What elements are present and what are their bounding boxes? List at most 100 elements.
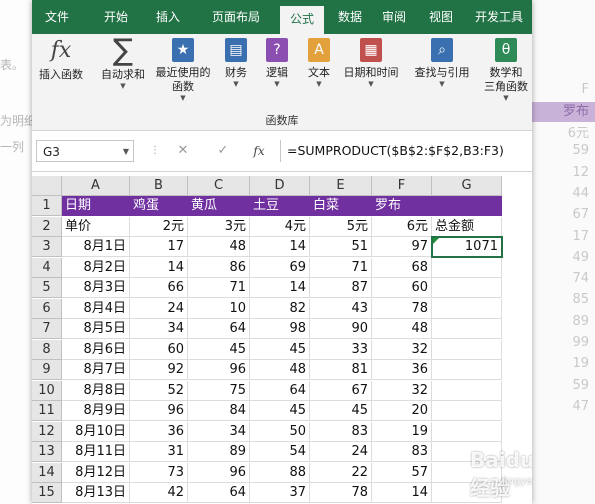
cell-b1[interactable]: 鸡蛋 bbox=[130, 196, 188, 216]
cell-c1[interactable]: 黄瓜 bbox=[188, 196, 250, 216]
cell-b15[interactable]: 42 bbox=[130, 483, 188, 503]
cell-a1[interactable]: 日期 bbox=[62, 196, 130, 216]
cell-b5[interactable]: 66 bbox=[130, 278, 188, 298]
row-header[interactable]: 6 bbox=[32, 298, 62, 319]
cell-f3[interactable]: 97 bbox=[372, 237, 432, 257]
chevron-down-icon[interactable]: ▼ bbox=[123, 141, 129, 163]
cell-e12[interactable]: 83 bbox=[310, 421, 372, 442]
cell-g5[interactable] bbox=[432, 278, 502, 298]
cell-c11[interactable]: 84 bbox=[188, 401, 250, 421]
cell-f11[interactable]: 20 bbox=[372, 401, 432, 421]
cell-d9[interactable]: 48 bbox=[250, 360, 310, 380]
cell-a6[interactable]: 8月4日 bbox=[62, 298, 130, 319]
ribbon-button-2[interactable]: ★ 最近使用的 函数 ▼ bbox=[150, 38, 216, 102]
row-header[interactable]: 2 bbox=[32, 216, 62, 237]
cell-d3[interactable]: 14 bbox=[250, 237, 310, 257]
cell-d11[interactable]: 45 bbox=[250, 401, 310, 421]
row-header[interactable]: 8 bbox=[32, 339, 62, 360]
cell-f6[interactable]: 78 bbox=[372, 298, 432, 319]
cell-a12[interactable]: 8月10日 bbox=[62, 421, 130, 442]
cell-c3[interactable]: 48 bbox=[188, 237, 250, 257]
column-header-e[interactable]: E bbox=[310, 176, 372, 196]
cell-e10[interactable]: 67 bbox=[310, 380, 372, 401]
cell-g6[interactable] bbox=[432, 298, 502, 319]
row-header[interactable]: 7 bbox=[32, 319, 62, 339]
ribbon-button-5[interactable]: A 文本 ▼ bbox=[300, 38, 338, 88]
column-header-b[interactable]: B bbox=[130, 176, 188, 196]
cell-e2[interactable]: 5元 bbox=[310, 216, 372, 237]
ribbon-button-0[interactable]: fx 插入函数 bbox=[32, 38, 90, 82]
cell-b13[interactable]: 31 bbox=[130, 442, 188, 462]
ribbon-button-4[interactable]: ? 逻辑 ▼ bbox=[256, 38, 298, 88]
cell-e6[interactable]: 43 bbox=[310, 298, 372, 319]
cell-c7[interactable]: 64 bbox=[188, 319, 250, 339]
cell-a4[interactable]: 8月2日 bbox=[62, 257, 130, 278]
row-header[interactable]: 14 bbox=[32, 462, 62, 483]
cell-b14[interactable]: 73 bbox=[130, 462, 188, 483]
tab-3[interactable]: 页面布局 bbox=[196, 0, 276, 34]
cell-f4[interactable]: 68 bbox=[372, 257, 432, 278]
cell-e9[interactable]: 81 bbox=[310, 360, 372, 380]
cell-d7[interactable]: 98 bbox=[250, 319, 310, 339]
row-header[interactable]: 13 bbox=[32, 442, 62, 462]
cell-d12[interactable]: 50 bbox=[250, 421, 310, 442]
cell-e11[interactable]: 45 bbox=[310, 401, 372, 421]
cell-c2[interactable]: 3元 bbox=[188, 216, 250, 237]
cell-b7[interactable]: 34 bbox=[130, 319, 188, 339]
select-all-corner[interactable] bbox=[32, 176, 62, 196]
cell-b2[interactable]: 2元 bbox=[130, 216, 188, 237]
row-header[interactable]: 1 bbox=[32, 196, 62, 216]
column-header-f[interactable]: F bbox=[372, 176, 432, 196]
cell-a13[interactable]: 8月11日 bbox=[62, 442, 130, 462]
cell-g11[interactable] bbox=[432, 401, 502, 421]
cell-e5[interactable]: 87 bbox=[310, 278, 372, 298]
cell-c8[interactable]: 45 bbox=[188, 339, 250, 360]
cell-c10[interactable]: 75 bbox=[188, 380, 250, 401]
column-header-g[interactable]: G bbox=[432, 176, 502, 196]
row-header[interactable]: 12 bbox=[32, 421, 62, 442]
cell-f13[interactable]: 83 bbox=[372, 442, 432, 462]
cell-d15[interactable]: 37 bbox=[250, 483, 310, 503]
cell-a2[interactable]: 单价 bbox=[62, 216, 130, 237]
cell-e13[interactable]: 24 bbox=[310, 442, 372, 462]
cell-b8[interactable]: 60 bbox=[130, 339, 188, 360]
cell-g10[interactable] bbox=[432, 380, 502, 401]
cell-c12[interactable]: 34 bbox=[188, 421, 250, 442]
cell-d14[interactable]: 88 bbox=[250, 462, 310, 483]
row-header[interactable]: 15 bbox=[32, 483, 62, 503]
row-header[interactable]: 10 bbox=[32, 380, 62, 401]
cell-d8[interactable]: 45 bbox=[250, 339, 310, 360]
tab-2[interactable]: 插入 bbox=[144, 0, 192, 34]
row-header[interactable]: 5 bbox=[32, 278, 62, 298]
row-header[interactable]: 4 bbox=[32, 257, 62, 278]
cell-f12[interactable]: 19 bbox=[372, 421, 432, 442]
column-header-c[interactable]: C bbox=[188, 176, 250, 196]
cell-a10[interactable]: 8月8日 bbox=[62, 380, 130, 401]
cell-a9[interactable]: 8月7日 bbox=[62, 360, 130, 380]
cell-a5[interactable]: 8月3日 bbox=[62, 278, 130, 298]
cell-e1[interactable]: 白菜 bbox=[310, 196, 372, 216]
cell-g1[interactable] bbox=[432, 196, 502, 216]
cell-d6[interactable]: 82 bbox=[250, 298, 310, 319]
ribbon-button-8[interactable]: θ 数学和 三角函数 ▼ bbox=[480, 38, 532, 102]
cell-f1[interactable]: 罗布 bbox=[372, 196, 432, 216]
tab-6[interactable]: 审阅 bbox=[372, 0, 416, 34]
cell-a11[interactable]: 8月9日 bbox=[62, 401, 130, 421]
cell-d4[interactable]: 69 bbox=[250, 257, 310, 278]
confirm-icon[interactable]: ✓ bbox=[212, 140, 234, 162]
cell-g4[interactable] bbox=[432, 257, 502, 278]
cell-c13[interactable]: 89 bbox=[188, 442, 250, 462]
cell-g9[interactable] bbox=[432, 360, 502, 380]
cell-a14[interactable]: 8月12日 bbox=[62, 462, 130, 483]
cell-c14[interactable]: 96 bbox=[188, 462, 250, 483]
insert-function-icon[interactable]: fx bbox=[248, 140, 270, 162]
cell-c4[interactable]: 86 bbox=[188, 257, 250, 278]
tab-8[interactable]: 开发工具 bbox=[466, 0, 532, 34]
cell-a8[interactable]: 8月6日 bbox=[62, 339, 130, 360]
cell-b10[interactable]: 52 bbox=[130, 380, 188, 401]
cell-f8[interactable]: 32 bbox=[372, 339, 432, 360]
formula-input[interactable]: =SUMPRODUCT($B$2:$F$2,B3:F3) bbox=[280, 140, 532, 162]
cell-g2[interactable]: 总金额 bbox=[432, 216, 502, 237]
cell-d13[interactable]: 54 bbox=[250, 442, 310, 462]
cell-c15[interactable]: 64 bbox=[188, 483, 250, 503]
